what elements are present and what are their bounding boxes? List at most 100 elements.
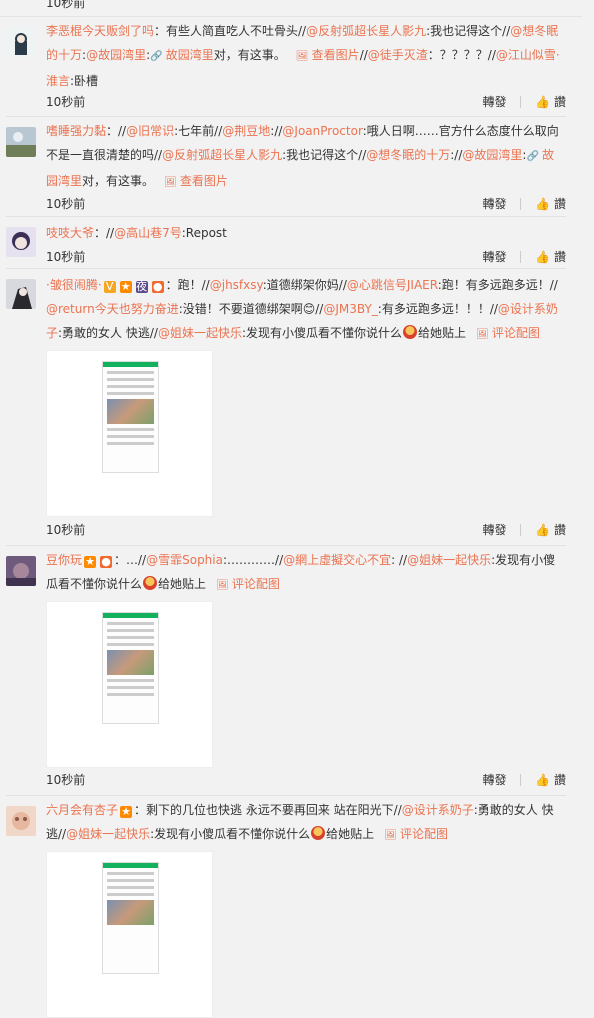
mention-link[interactable]: @姐妹一起快乐 (66, 827, 150, 841)
comment-feed: 10秒前 李恶棍今天贩剑了吗：有些人简直吃人不吐骨头//@反射弧超长星人影九:我… (0, 0, 582, 1018)
image-icon: 🖼 (476, 329, 492, 340)
member-badge[interactable]: ★ (84, 556, 97, 568)
comment-fragment: :我也记得这个// (282, 148, 367, 162)
mention-link[interactable]: @姐妹一起快乐 (407, 553, 491, 567)
mention-link[interactable]: @return今天也努力奋进 (46, 302, 179, 316)
thumbs-up-icon[interactable]: 👍 (535, 250, 550, 264)
view-image-link[interactable]: 🖼 查看图片 (286, 48, 360, 62)
comment-fragment: :跑！有多远跑多远！// (437, 278, 558, 292)
mention-link[interactable]: @荆豆地 (222, 124, 270, 138)
item-actions: 轉發 👍 讚 (483, 195, 566, 212)
thumbs-up-icon[interactable]: 👍 (535, 773, 550, 787)
view-image-link[interactable]: 🖼 评论配图 (466, 326, 540, 340)
username-link[interactable]: 吱吱大爷 (46, 226, 94, 240)
avatar[interactable] (6, 127, 36, 157)
image-icon: 🖼 (295, 51, 312, 62)
avatar-image (6, 127, 36, 157)
comment-fragment: ：跑！// (165, 278, 210, 292)
sticker-emoji-icon (403, 325, 418, 339)
mention-link[interactable]: @JoanProctor (282, 124, 362, 138)
comment-fragment: :Repost (181, 226, 227, 240)
comment-fragment: :我也记得这个// (426, 24, 511, 38)
comment-fragment: :…………// (222, 553, 284, 567)
item-actions: 轉發 👍 讚 (483, 521, 566, 538)
timestamp: 10秒前 (46, 0, 86, 10)
mention-link[interactable]: @想冬眠的十万 (366, 148, 450, 162)
avatar-image (6, 806, 36, 836)
fan-badge[interactable]: ● (100, 556, 113, 568)
mention-link[interactable]: @雪霏Sophia (146, 553, 223, 567)
repost-button[interactable]: 轉發 (483, 521, 507, 538)
mention-link[interactable]: @旧常识 (126, 124, 174, 138)
thumbs-up-icon[interactable]: 👍 (535, 95, 550, 109)
image-icon: 🖼 (384, 830, 401, 841)
mention-link[interactable]: @反射弧超长星人影九 (306, 24, 426, 38)
avatar[interactable] (6, 27, 36, 57)
like-button[interactable]: 讚 (554, 93, 566, 110)
repost-button[interactable]: 轉發 (483, 248, 507, 265)
like-button[interactable]: 讚 (554, 771, 566, 788)
comment-image[interactable] (46, 601, 213, 768)
member-badge[interactable]: ★ (120, 806, 133, 818)
username-link[interactable]: 嗜睡强力黏 (46, 124, 106, 138)
username-link[interactable]: 李恶棍今天贩剑了吗 (46, 24, 154, 38)
mention-link[interactable]: @心跳信号JIAER (347, 278, 438, 292)
member-badge[interactable]: ★ (119, 281, 132, 293)
image-preview (102, 612, 159, 724)
comment-fragment: 给她贴上 (158, 577, 207, 591)
timestamp: 10秒前 (46, 250, 86, 264)
comment-fragment: :七年前// (174, 124, 223, 138)
mention-link[interactable]: 🔗 故园湾里 (150, 48, 214, 62)
avatar[interactable] (6, 227, 36, 257)
verified-badge[interactable]: V (103, 281, 116, 293)
avatar[interactable] (6, 556, 36, 586)
comment-fragment: :道德绑架你妈// (262, 278, 347, 292)
username-link[interactable]: 豆你玩 (46, 553, 82, 567)
thumbs-up-icon[interactable]: 👍 (535, 523, 550, 537)
username-link[interactable]: 六月会有杏子 (46, 803, 118, 817)
mention-link[interactable]: @JM3BY_ (323, 302, 377, 316)
previous-item-tail: 10秒前 (0, 0, 582, 17)
mention-link[interactable]: @反射弧超长星人影九 (162, 148, 282, 162)
like-button[interactable]: 讚 (554, 248, 566, 265)
mention-link[interactable]: @故园湾里 (86, 48, 146, 62)
comment-fragment: :// (450, 148, 463, 162)
mention-link[interactable]: @高山巷7号 (114, 226, 182, 240)
thumbs-up-icon[interactable]: 👍 (535, 197, 550, 211)
comment-fragment: :勇敢的女人 快逃// (58, 326, 158, 340)
item-actions: 轉發 👍 讚 (483, 248, 566, 265)
item-actions: 轉發 👍 讚 (483, 771, 566, 788)
timestamp: 10秒前 (46, 197, 86, 211)
mention-link[interactable]: @故园湾里 (462, 148, 522, 162)
night-badge[interactable]: 夜 (135, 281, 148, 293)
view-image-link[interactable]: 🖼 查看图片 (154, 174, 228, 188)
comment-fragment: ：有些人简直吃人不吐骨头// (154, 24, 307, 38)
repost-button[interactable]: 轉發 (483, 771, 507, 788)
mention-link[interactable]: @網上虛擬交心不宜 (283, 553, 391, 567)
comment-fragment: ：…// (114, 553, 147, 567)
comment-image[interactable] (46, 350, 213, 517)
view-image-link[interactable]: 🖼 评论配图 (206, 577, 280, 591)
view-image-link[interactable]: 🖼 评论配图 (374, 827, 448, 841)
avatar[interactable] (6, 279, 36, 309)
avatar-image (6, 27, 36, 57)
like-button[interactable]: 讚 (554, 195, 566, 212)
comment-fragment: // (359, 48, 368, 62)
like-button[interactable]: 讚 (554, 521, 566, 538)
mention-link[interactable]: @姐妹一起快乐 (158, 326, 242, 340)
mention-link[interactable]: @徒手灭渣 (368, 48, 428, 62)
list-item: 吱吱大爷：//@高山巷7号:Repost 10秒前 轉發 👍 讚 (0, 217, 582, 269)
repost-button[interactable]: 轉發 (483, 93, 507, 110)
avatar[interactable] (6, 806, 36, 836)
fan-badge[interactable]: ● (151, 281, 164, 293)
username-link[interactable]: ·皱很闹腾· (46, 278, 102, 292)
comment-image[interactable] (46, 851, 213, 1018)
timestamp: 10秒前 (46, 773, 86, 787)
timestamp: 10秒前 (46, 95, 86, 109)
mention-link[interactable]: @设计系奶子 (402, 803, 474, 817)
comment-fragment: 对，有这事。 (213, 48, 286, 62)
mention-link[interactable]: @jhsfxsy (210, 278, 263, 292)
repost-button[interactable]: 轉發 (483, 195, 507, 212)
timestamp: 10秒前 (46, 523, 86, 537)
divider (520, 95, 522, 108)
